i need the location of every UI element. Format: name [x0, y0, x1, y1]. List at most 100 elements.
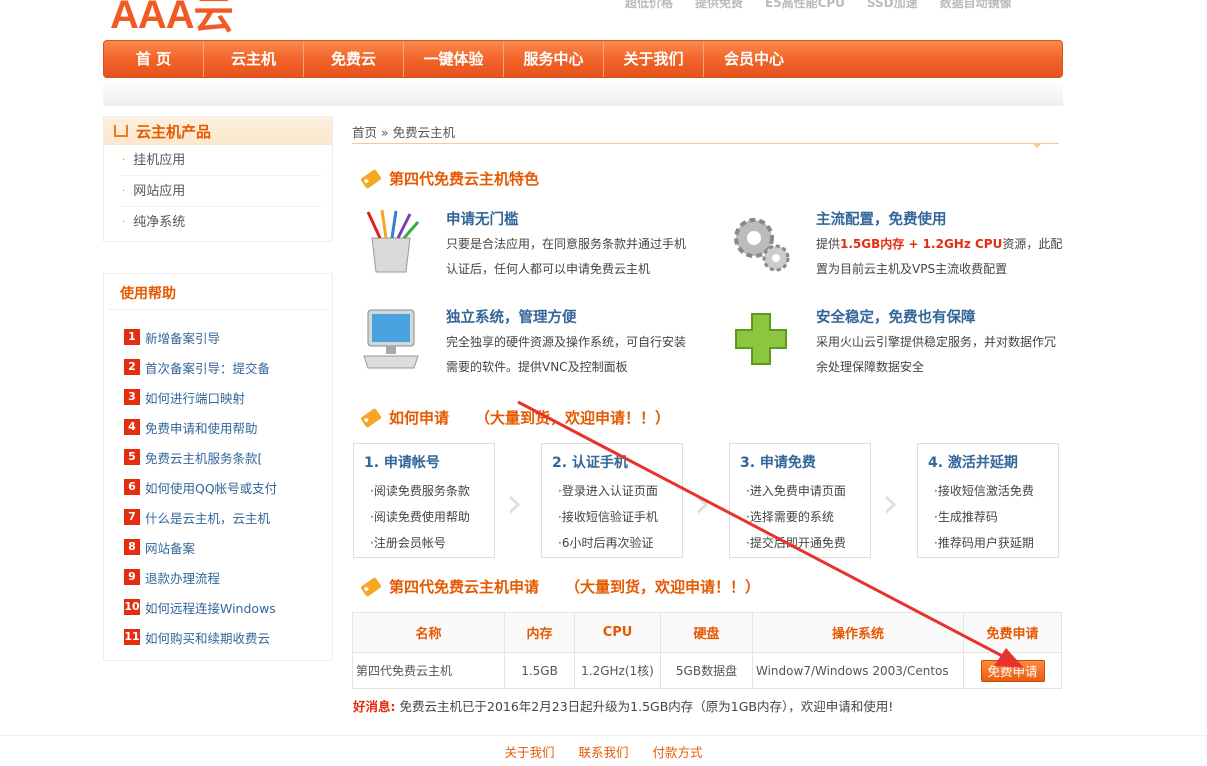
section-title-text: 第四代免费云主机特色 [389, 170, 540, 188]
nav-service-center[interactable]: 服务中心 [504, 41, 604, 77]
step-title: 4. 激活并延期 [928, 455, 1018, 471]
number-badge: 3 [124, 389, 140, 405]
column-header: 免费申请 [963, 612, 1062, 653]
help-link[interactable]: 5 免费云主机服务条款[ [124, 442, 332, 472]
cell-name: 第四代免费云主机 [352, 652, 505, 689]
apply-title: 第四代免费云主机申请 （大量到货，欢迎申请！！） [360, 576, 761, 597]
features-title: 第四代免费云主机特色 [360, 168, 540, 189]
nav-one-click-trial[interactable]: 一键体验 [404, 41, 504, 77]
tagline: 数据自动镜像 [939, 0, 1012, 10]
bullet-icon: · [122, 185, 126, 197]
nav-home[interactable]: 首 页 [104, 41, 204, 77]
sidebar-item-hangup[interactable]: · 挂机应用 [122, 145, 322, 176]
chevron-right-icon: › [882, 478, 899, 527]
section-title-text: 第四代免费云主机申请 [389, 578, 540, 596]
tag-icon [360, 168, 382, 189]
sidebar-item-label: 挂机应用 [133, 152, 186, 168]
breadcrumb: 首页 » 免费云主机 [352, 122, 455, 141]
footer-link-about[interactable]: 关于我们 [504, 745, 554, 760]
free-apply-button[interactable]: 免费申请 [980, 659, 1045, 682]
help-link-label: 退款办理流程 [145, 570, 221, 586]
cell-disk: 5GB数据盘 [660, 652, 753, 689]
table-row: 第四代免费云主机 1.5GB 1.2GHz(1核) 5GB数据盘 Window7… [352, 652, 1062, 689]
help-link[interactable]: 3 如何进行端口映射 [124, 382, 332, 412]
column-header: 名称 [352, 612, 505, 653]
divider [352, 143, 1059, 144]
nav-free-cloud[interactable]: 免费云 [304, 41, 404, 77]
step-card: 4. 激活并延期 ·接收短信激活免费 ·生成推荐码 ·推荐码用户获延期 [917, 443, 1059, 558]
tagline: SSD加速 [866, 0, 918, 10]
step-item: ·阅读免费服务条款 [370, 484, 470, 498]
cell-os: Window7/Windows 2003/Centos [752, 652, 964, 689]
number-badge: 8 [124, 539, 140, 555]
help-link[interactable]: 2 首次备案引导：提交备 [124, 352, 332, 382]
cell-apply: 免费申请 [963, 652, 1062, 689]
header-taglines: 超低价格 提供免费 E5高性能CPU SSD加速 数据自动镜像 [625, 0, 1012, 11]
divider-pointer [1032, 143, 1042, 149]
section-hot-note: （大量到货，欢迎申请！！） [565, 578, 761, 596]
nav-about-us[interactable]: 关于我们 [604, 41, 704, 77]
help-link-label: 如何远程连接Windows [145, 600, 276, 616]
sidebar-item-pure-system[interactable]: · 纯净系统 [122, 207, 322, 238]
step-item: ·推荐码用户获延期 [934, 536, 1034, 550]
help-link-label: 免费云主机服务条款[ [145, 450, 263, 466]
help-link[interactable]: 9 退款办理流程 [124, 562, 332, 592]
help-link[interactable]: 4 免费申请和使用帮助 [124, 412, 332, 442]
help-link[interactable]: 1 新增备案引导 [124, 322, 332, 352]
breadcrumb-separator: » [381, 125, 389, 140]
footer-link-contact[interactable]: 联系我们 [578, 745, 628, 760]
tagline: E5高性能CPU [765, 0, 845, 10]
number-badge: 7 [124, 509, 140, 525]
site-logo[interactable]: AAA云 [110, 0, 234, 40]
help-link-label: 如何购买和续期收费云 [145, 630, 271, 646]
step-title: 1. 申请帐号 [364, 455, 440, 471]
section-hot-note: （大量到货，欢迎申请！！） [475, 409, 671, 427]
tagline: 提供免费 [695, 0, 744, 10]
footer-link-payment[interactable]: 付款方式 [652, 745, 702, 760]
nav-cloud-host[interactable]: 云主机 [204, 41, 304, 77]
feature-desc: 提供1.5GB内存 + 1.2GHz CPU资源，此配置为目前云主机及VPS主流… [816, 237, 1063, 276]
step-card: 2. 认证手机 ·登录进入认证页面 ·接收短信验证手机 ·6小时后再次验证 [541, 443, 683, 558]
news-label: 好消息: [353, 699, 396, 714]
help-link-label: 免费申请和使用帮助 [145, 420, 258, 436]
breadcrumb-current: 免费云主机 [392, 125, 456, 140]
gears-icon [734, 218, 790, 272]
column-header: 硬盘 [660, 612, 753, 653]
feature-mainstream-config: 主流配置，免费使用 提供1.5GB内存 + 1.2GHz CPU资源，此配置为目… [730, 208, 1062, 288]
sidebar-products-title: 云主机产品 [136, 122, 212, 141]
step-title: 2. 认证手机 [552, 455, 628, 471]
footer: 关于我们 联系我们 付款方式 [0, 735, 1207, 761]
sidebar-help-title: 使用帮助 [108, 274, 328, 310]
breadcrumb-home[interactable]: 首页 [352, 125, 377, 140]
feature-desc: 完全独享的硬件资源及操作系统，可自行安装需要的软件。提供VNC及控制面板 [446, 335, 687, 374]
help-link[interactable]: 8 网站备案 [124, 532, 332, 562]
sidebar-help: 使用帮助 1 新增备案引导 2 首次备案引导：提交备 3 如何进行端口映射 4 免费申请和使用… [103, 273, 333, 661]
number-badge: 11 [124, 629, 140, 645]
help-link-label: 什么是云主机，云主机 [145, 510, 271, 526]
tagline: 超低价格 [625, 0, 674, 10]
help-link[interactable]: 6 如何使用QQ帐号或支付 [124, 472, 332, 502]
step-item: ·登录进入认证页面 [558, 484, 658, 498]
sidebar-item-label: 网站应用 [133, 183, 186, 199]
step-item: ·阅读免费使用帮助 [370, 510, 470, 524]
chevron-right-icon: › [506, 478, 523, 527]
step-item: ·接收短信激活免费 [934, 484, 1034, 498]
sub-bar [103, 80, 1063, 106]
help-link[interactable]: 7 什么是云主机，云主机 [124, 502, 332, 532]
nav-member-center[interactable]: 会员中心 [704, 41, 804, 77]
feature-title: 独立系统，管理方便 [446, 310, 577, 326]
column-header: 操作系统 [752, 612, 964, 653]
number-badge: 4 [124, 419, 140, 435]
feature-title: 安全稳定，免费也有保障 [816, 310, 976, 326]
step-item: ·提交后即开通免费 [746, 536, 846, 550]
number-badge: 6 [124, 479, 140, 495]
feature-no-threshold: 申请无门槛 只要是合法应用，在同意服务条款并通过手机认证后，任何人都可以申请免费… [360, 208, 690, 288]
sidebar-item-label: 纯净系统 [133, 215, 186, 230]
feature-desc: 只要是合法应用，在同意服务条款并通过手机认证后，任何人都可以申请免费云主机 [446, 237, 687, 276]
step-item: ·选择需要的系统 [746, 510, 834, 524]
cell-memory: 1.5GB [504, 652, 575, 689]
help-link[interactable]: 10 如何远程连接Windows [124, 592, 332, 622]
number-badge: 1 [124, 329, 140, 345]
sidebar-item-website[interactable]: · 网站应用 [122, 176, 322, 207]
help-link[interactable]: 11 如何购买和续期收费云 [124, 622, 332, 652]
